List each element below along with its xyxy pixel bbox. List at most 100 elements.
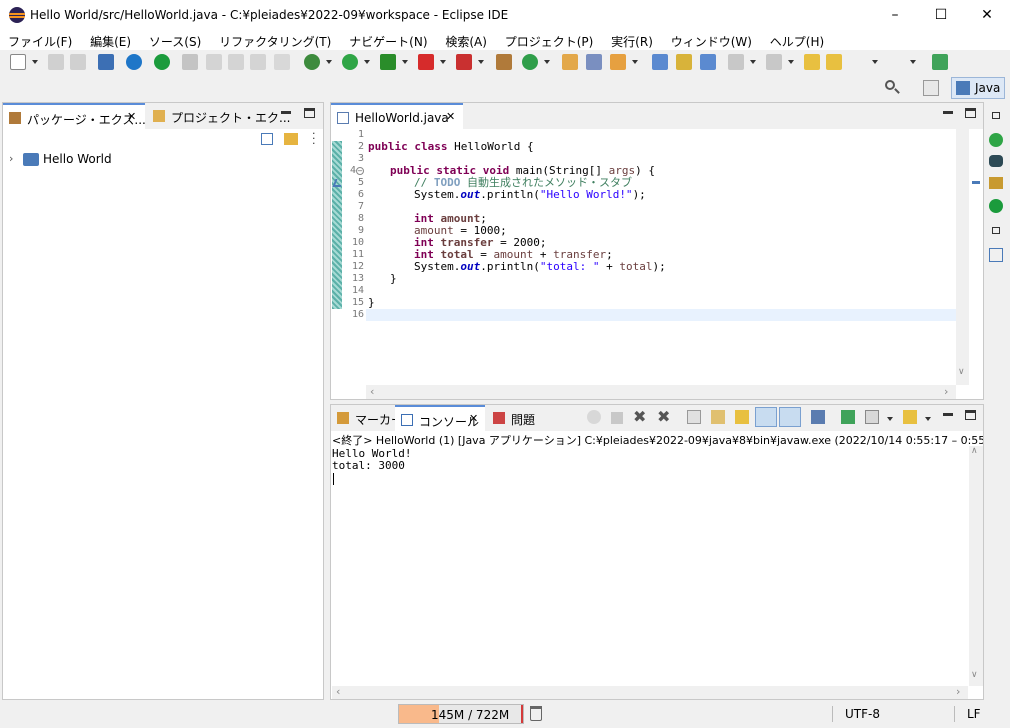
- new-icon[interactable]: [10, 54, 26, 70]
- next-edit-icon[interactable]: [826, 54, 842, 70]
- prev-annotation-icon[interactable]: [676, 54, 692, 70]
- display-console-dropdown-icon[interactable]: [887, 417, 893, 421]
- tab-markers[interactable]: マーカー: [331, 405, 403, 431]
- close-tab-icon[interactable]: ✕: [127, 110, 136, 123]
- tree-item-hello-world[interactable]: › Hello World: [9, 152, 209, 170]
- run-icon[interactable]: [342, 54, 358, 70]
- link-editor-icon[interactable]: [284, 133, 298, 145]
- run-dropdown-icon[interactable]: [364, 60, 370, 64]
- run-view-icon[interactable]: [989, 133, 1003, 147]
- last-edit-location-icon[interactable]: [804, 54, 820, 70]
- show-on-stderr-icon[interactable]: [779, 407, 801, 427]
- maximize-panel-icon[interactable]: [965, 108, 976, 118]
- console-vertical-scrollbar[interactable]: ∧ ∨: [969, 446, 983, 686]
- show-in-dropdown-icon[interactable]: [788, 60, 794, 64]
- close-tab-icon[interactable]: ✕: [469, 412, 478, 425]
- terminate-icon[interactable]: [611, 412, 623, 424]
- menu-window[interactable]: ウィンドウ(W): [671, 30, 752, 50]
- editor-horizontal-scrollbar[interactable]: ‹ ›: [366, 385, 956, 399]
- new-java-class-icon[interactable]: [522, 54, 538, 70]
- save-icon[interactable]: [48, 54, 64, 70]
- tab-project-explorer[interactable]: プロジェクト・エク...: [147, 103, 290, 129]
- menu-search[interactable]: 検索(A): [445, 30, 487, 50]
- console-output[interactable]: Hello World! total: 3000: [332, 446, 968, 686]
- external-tools-icon[interactable]: [456, 54, 472, 70]
- code-area[interactable]: public class HelloWorld { public static …: [366, 129, 956, 385]
- scroll-left-icon[interactable]: ‹: [370, 385, 374, 398]
- open-perspective-icon[interactable]: [923, 80, 939, 96]
- search-icon[interactable]: [884, 79, 900, 95]
- scroll-down-icon[interactable]: ∨: [958, 367, 965, 377]
- menu-edit[interactable]: 編集(E): [90, 30, 131, 50]
- minimize-panel-icon[interactable]: [943, 413, 953, 416]
- heap-status[interactable]: 145M / 722M: [398, 704, 524, 724]
- close-button[interactable]: ✕: [964, 0, 1010, 30]
- editor-vertical-scrollbar[interactable]: ∨: [956, 129, 969, 385]
- outline-view-icon[interactable]: [989, 248, 1003, 262]
- maximize-button[interactable]: ☐: [918, 0, 964, 30]
- chevron-right-icon[interactable]: ›: [9, 152, 13, 165]
- back-dropdown-icon[interactable]: [872, 60, 878, 64]
- new-console-dropdown-icon[interactable]: [925, 417, 931, 421]
- close-tab-icon[interactable]: ✕: [446, 110, 455, 123]
- next-annotation-icon[interactable]: [652, 54, 668, 70]
- terminate-dropdown-icon[interactable]: [440, 60, 446, 64]
- menu-refactor[interactable]: リファクタリング(T): [219, 30, 331, 50]
- restore-icon[interactable]: [992, 227, 1000, 234]
- pin-dropdown-icon[interactable]: [750, 60, 756, 64]
- scroll-lock-icon[interactable]: [711, 410, 725, 424]
- garbage-collect-icon[interactable]: [530, 706, 542, 721]
- menu-navigate[interactable]: ナビゲート(N): [349, 30, 427, 50]
- save-all-icon[interactable]: [70, 54, 86, 70]
- terminate-relaunch-icon[interactable]: [587, 410, 601, 424]
- menu-project[interactable]: プロジェクト(P): [505, 30, 594, 50]
- word-wrap-icon[interactable]: [735, 410, 749, 424]
- debug-dropdown-icon[interactable]: [326, 60, 332, 64]
- remove-launch-icon[interactable]: ✖: [633, 407, 646, 426]
- scroll-right-icon[interactable]: ›: [944, 385, 948, 398]
- breakpoints-view-icon[interactable]: [989, 199, 1003, 213]
- open-type-icon[interactable]: [562, 54, 578, 70]
- variables-view-icon[interactable]: [989, 177, 1003, 189]
- toggle-breakpoint-icon[interactable]: [182, 54, 198, 70]
- scroll-up-icon[interactable]: ∧: [971, 446, 978, 456]
- console-icon[interactable]: [98, 54, 114, 70]
- view-menu-icon[interactable]: · · ·: [312, 128, 316, 149]
- show-in-icon[interactable]: [766, 54, 782, 70]
- tab-package-explorer[interactable]: パッケージ・エクス... ✕: [3, 103, 146, 129]
- coverage-icon[interactable]: [380, 54, 396, 70]
- debug-icon[interactable]: [304, 54, 320, 70]
- tab-problems[interactable]: 問題: [487, 405, 547, 431]
- search-tool-icon[interactable]: [610, 54, 626, 70]
- maximize-panel-icon[interactable]: [965, 410, 976, 420]
- external-tools-dropdown-icon[interactable]: [478, 60, 484, 64]
- new-dropdown-icon[interactable]: [32, 60, 38, 64]
- new-class-dropdown-icon[interactable]: [544, 60, 550, 64]
- minimize-panel-icon[interactable]: [281, 111, 291, 114]
- menu-help[interactable]: ヘルプ(H): [770, 30, 824, 50]
- java-perspective-button[interactable]: Java: [951, 77, 1005, 99]
- search-dropdown-icon[interactable]: [632, 60, 638, 64]
- settings-icon[interactable]: [126, 54, 142, 70]
- collapse-all-icon[interactable]: [261, 133, 273, 145]
- restore-icon[interactable]: [992, 112, 1000, 119]
- open-task-icon[interactable]: [586, 54, 602, 70]
- debug-view-icon[interactable]: [989, 155, 1003, 167]
- new-console-icon[interactable]: [903, 410, 917, 424]
- mark-occurrences-icon[interactable]: [206, 54, 222, 70]
- menu-source[interactable]: ソース(S): [149, 30, 201, 50]
- scroll-right-icon[interactable]: ›: [956, 685, 960, 698]
- scroll-left-icon[interactable]: ‹: [336, 685, 340, 698]
- collapse-icon[interactable]: −: [356, 167, 364, 175]
- coverage-dropdown-icon[interactable]: [402, 60, 408, 64]
- remove-all-launches-icon[interactable]: ✖: [657, 407, 670, 426]
- maximize-panel-icon[interactable]: [304, 108, 315, 118]
- encoding-label[interactable]: UTF-8: [845, 707, 880, 721]
- new-java-package-icon[interactable]: [496, 54, 512, 70]
- minimize-button[interactable]: –: [872, 0, 918, 30]
- show-whitespace-icon[interactable]: [274, 54, 290, 70]
- scroll-down-icon[interactable]: ∨: [971, 670, 978, 680]
- toggle-block-icon[interactable]: [228, 54, 244, 70]
- show-on-stdout-icon[interactable]: [755, 407, 777, 427]
- menu-file[interactable]: ファイル(F): [8, 30, 72, 50]
